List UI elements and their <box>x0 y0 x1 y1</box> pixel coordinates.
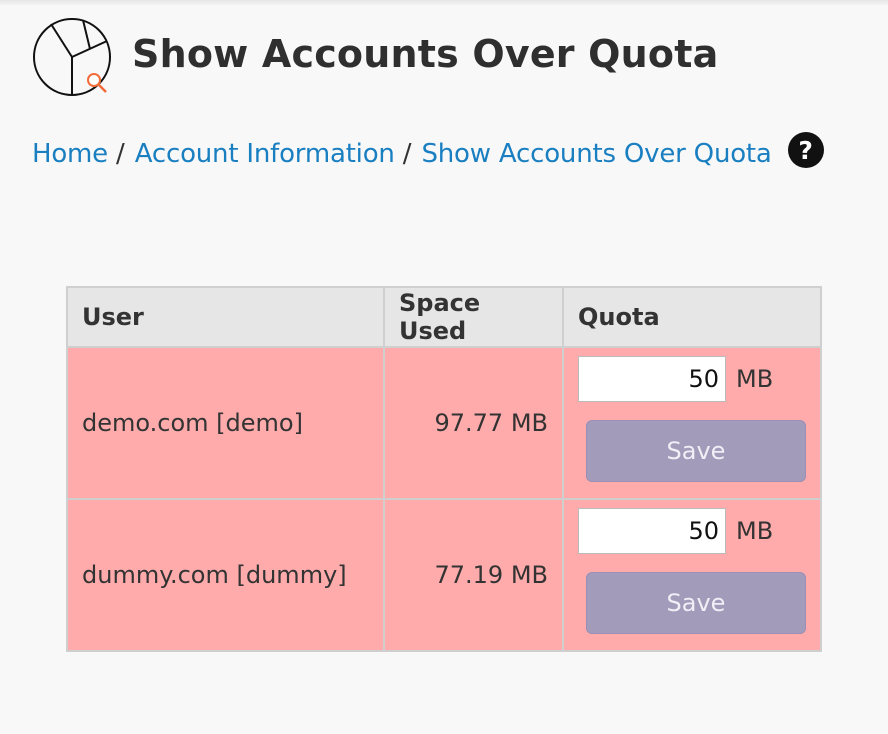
save-button[interactable]: Save <box>586 572 806 634</box>
question-circle-icon[interactable]: ? <box>787 132 824 168</box>
breadcrumb-separator: / <box>115 139 125 169</box>
table-row: demo.com [demo] 97.77 MB MB Save <box>66 346 822 500</box>
accounts-over-quota-table: User Space Used Quota demo.com [demo] 97… <box>66 286 822 652</box>
page-header: Show Accounts Over Quota <box>32 16 718 100</box>
quota-unit: MB <box>736 365 774 393</box>
breadcrumb-home[interactable]: Home <box>32 139 108 169</box>
user-cell: dummy.com [dummy] <box>66 498 385 652</box>
save-button[interactable]: Save <box>586 420 806 482</box>
column-header-quota: Quota <box>562 286 822 348</box>
column-header-space-used[interactable]: Space Used <box>383 286 564 348</box>
page-title: Show Accounts Over Quota <box>132 32 719 76</box>
space-used-cell: 97.77 MB <box>383 346 564 500</box>
quota-cell: MB Save <box>562 346 822 500</box>
quota-input-row: MB <box>578 356 806 402</box>
breadcrumb-current-page[interactable]: Show Accounts Over Quota <box>421 139 771 169</box>
quota-input[interactable] <box>578 508 726 554</box>
column-header-user[interactable]: User <box>66 286 385 348</box>
pie-chart-search-icon <box>33 18 111 96</box>
quota-input-row: MB <box>578 508 806 554</box>
space-used-cell: 77.19 MB <box>383 498 564 652</box>
quota-cell: MB Save <box>562 498 822 652</box>
quota-unit: MB <box>736 517 774 545</box>
table-header-row: User Space Used Quota <box>66 286 822 348</box>
quota-input[interactable] <box>578 356 726 402</box>
top-shadow <box>0 0 888 6</box>
table-row: dummy.com [dummy] 77.19 MB MB Save <box>66 498 822 652</box>
breadcrumb-separator: / <box>402 139 412 169</box>
user-cell: demo.com [demo] <box>66 346 385 500</box>
breadcrumb: Home / Account Information / Show Accoun… <box>32 132 824 172</box>
breadcrumb-account-information[interactable]: Account Information <box>135 139 395 169</box>
